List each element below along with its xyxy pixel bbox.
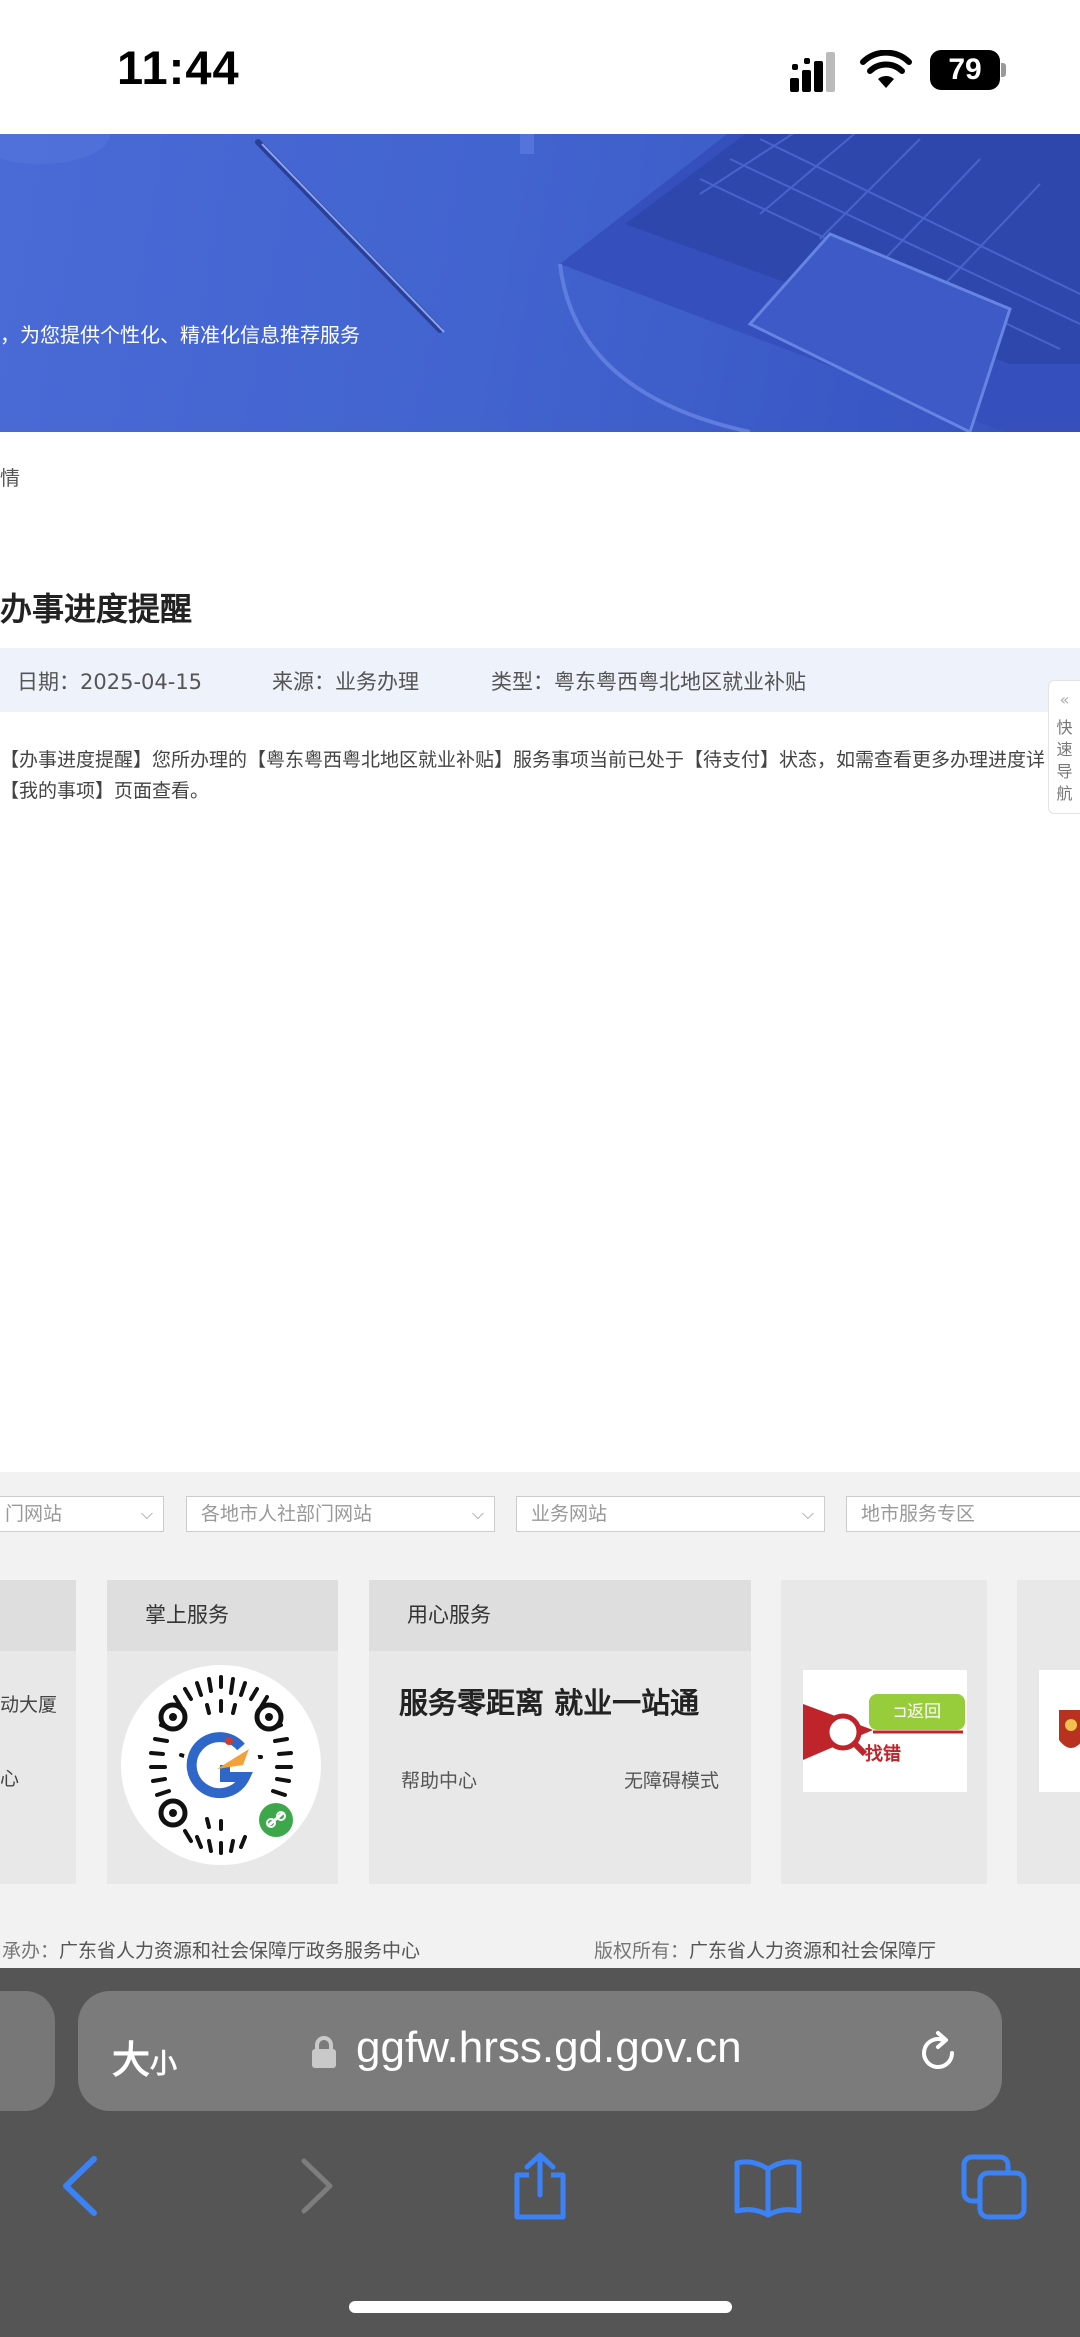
article-title: 办事进度提醒 xyxy=(0,590,193,628)
quick-nav-char: 航 xyxy=(1056,784,1073,803)
home-indicator[interactable] xyxy=(349,2301,732,2313)
quick-nav-char: 速 xyxy=(1056,740,1073,759)
article-body-line: 【办事进度提醒】您所办理的【粤东粤西粤北地区就业补贴】服务事项当前已处于【待支付… xyxy=(0,749,1046,771)
page-settings-button[interactable]: 大小 xyxy=(112,2029,177,2084)
chevron-down-icon: ⌵ xyxy=(471,1504,484,1523)
cellular-signal-icon xyxy=(790,52,835,92)
select-value: 业务网站 xyxy=(531,1503,608,1525)
hero-banner: ，为您提供个性化、精准化信息推荐服务 xyxy=(0,134,1080,432)
page: 11:44 79 ，为您提供个性化、精准化信息推荐服务 情 办事进度提醒 日期：… xyxy=(0,0,1080,2337)
quick-nav-char: 导 xyxy=(1056,762,1073,781)
emblem-icon xyxy=(1059,1710,1080,1748)
city-service-select[interactable]: 地市服务专区 xyxy=(846,1496,1080,1532)
copyright-info: 版权所有：广东省人力资源和社会保障厅 xyxy=(594,1936,936,1963)
care-service-card: 用心服务 服务零距离 就业一站通 帮助中心 无障碍模式 xyxy=(369,1580,751,1884)
select-value: 各地市人社部门网站 xyxy=(201,1503,373,1525)
qr-code-icon xyxy=(149,1675,293,1855)
browser-toolbar: 大小 ggfw.hrss.gd.gov.cn xyxy=(0,1968,1080,2337)
address-text: 动大厦 xyxy=(0,1694,58,1716)
battery-level: 79 xyxy=(930,50,1000,90)
organizer-name: 广东省人力资源和社会保障厅政务服务中心 xyxy=(59,1940,421,1962)
note-text: 情 xyxy=(0,466,20,490)
article-date: 日期：2025-04-15 xyxy=(17,670,203,694)
return-button[interactable]: ⊐返回 xyxy=(869,1694,965,1730)
article-body: 【办事进度提醒】您所办理的【粤东粤西粤北地区就业补贴】服务事项当前已处于【待支付… xyxy=(0,745,1070,807)
back-icon[interactable] xyxy=(50,2151,120,2221)
find-error-text: 找错 xyxy=(865,1744,901,1765)
city-hrss-select[interactable]: 各地市人社部门网站 ⌵ xyxy=(186,1496,495,1532)
select-value: 地市服务专区 xyxy=(861,1503,976,1525)
organizer-label: 承办： xyxy=(2,1940,60,1962)
chevron-down-icon: ⌵ xyxy=(140,1504,153,1523)
center-text: 心 xyxy=(0,1768,20,1790)
mobile-service-title: 掌上服务 xyxy=(107,1580,338,1651)
bookmarks-icon[interactable] xyxy=(733,2151,803,2221)
find-error-banner[interactable]: 找错 ⊐返回 xyxy=(803,1670,967,1792)
partial-card xyxy=(1017,1580,1080,1884)
quick-nav-char: 快 xyxy=(1056,718,1073,737)
article-body-line: 【我的事项】页面查看。 xyxy=(0,780,210,802)
article-meta-bar: 日期：2025-04-15 来源：业务办理 类型：粤东粤西粤北地区就业补贴 xyxy=(0,648,1080,712)
forward-icon[interactable] xyxy=(280,2151,350,2221)
status-time: 11:44 xyxy=(117,41,240,94)
emblem-image[interactable] xyxy=(1039,1670,1080,1792)
find-error-card: 找错 ⊐返回 xyxy=(781,1580,987,1884)
mini-program-qr-code[interactable] xyxy=(121,1665,321,1865)
site-links-select[interactable]: 门网站 ⌵ xyxy=(0,1496,164,1532)
mobile-service-card: 掌上服务 xyxy=(107,1580,338,1884)
business-sites-select[interactable]: 业务网站 ⌵ xyxy=(516,1496,825,1532)
article-source: 来源：业务办理 xyxy=(272,670,419,694)
quick-nav-button[interactable]: « 快 速 导 航 xyxy=(1048,680,1080,814)
aa-big: 大 xyxy=(112,2038,151,2082)
chevron-down-icon: ⌵ xyxy=(801,1504,814,1523)
battery-icon: 79 xyxy=(930,50,1006,90)
copyright-label: 版权所有： xyxy=(594,1940,690,1962)
status-bar: 11:44 79 xyxy=(0,0,1080,134)
magnifier-icon xyxy=(803,1704,963,1760)
organizer-info: 承办：广东省人力资源和社会保障厅政务服务中心 xyxy=(2,1936,420,1963)
lock-icon xyxy=(312,2036,336,2068)
accessible-mode-link[interactable]: 无障碍模式 xyxy=(624,1766,719,1793)
battery-tip xyxy=(1001,63,1006,77)
select-value: 门网站 xyxy=(5,1503,63,1525)
site-footer: 门网站 ⌵ 各地市人社部门网站 ⌵ 业务网站 ⌵ 地市服务专区 动大厦 心 掌上… xyxy=(0,1472,1080,1968)
previous-tab-preview[interactable] xyxy=(0,1991,55,2111)
reload-icon[interactable] xyxy=(914,2029,962,2077)
help-center-link[interactable]: 帮助中心 xyxy=(401,1766,477,1793)
tabs-icon[interactable] xyxy=(960,2151,1030,2221)
card-header xyxy=(0,1580,76,1651)
share-icon[interactable] xyxy=(505,2151,575,2221)
contact-card: 动大厦 心 xyxy=(0,1580,76,1884)
banner-caption: ，为您提供个性化、精准化信息推荐服务 xyxy=(0,323,360,347)
service-slogan: 服务零距离 就业一站通 xyxy=(399,1686,700,1720)
care-service-title: 用心服务 xyxy=(369,1580,751,1651)
aa-small: 小 xyxy=(150,2049,178,2080)
url-text: ggfw.hrss.gd.gov.cn xyxy=(356,2023,742,2072)
address-bar[interactable]: 大小 ggfw.hrss.gd.gov.cn xyxy=(78,1991,1002,2111)
article-type: 类型：粤东粤西粤北地区就业补贴 xyxy=(491,670,806,694)
copyright-owner: 广东省人力资源和社会保障厅 xyxy=(689,1940,937,1962)
wifi-icon xyxy=(860,50,912,88)
chevron-left-icon: « xyxy=(1059,690,1070,709)
banner-illustration xyxy=(0,134,1080,432)
